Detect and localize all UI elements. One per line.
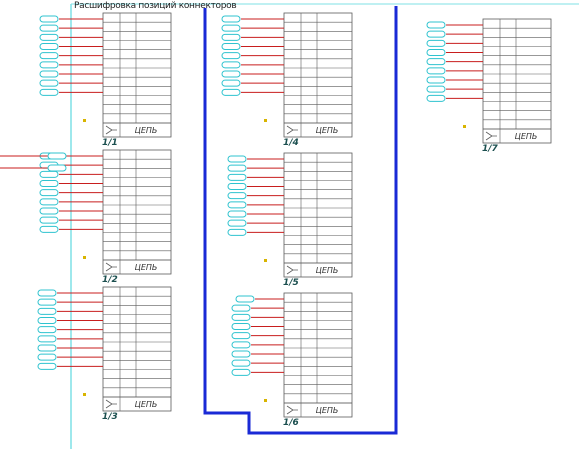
pin-connector (221, 33, 241, 41)
pin-connector (221, 79, 241, 87)
marker-dot (264, 399, 267, 402)
port-footer-label: ЦЕПЬ (135, 263, 158, 272)
marker-dot (83, 256, 86, 259)
wiring-diagram: ЦЕПЬ 1/1 ЦЕПЬ 1/2 ЦЕПЬ 1/3 ЦЕПЬ 1/4 ЦЕПЬ 1/5 ЦЕПЬ 1… (0, 3, 579, 449)
pin-connector (37, 307, 57, 315)
pin-connector (39, 88, 59, 96)
diagram-title: Расшифровка позиций коннекторов (74, 1, 237, 11)
port-footer-label: ЦЕПЬ (316, 406, 339, 415)
port-footer-label: ЦЕПЬ (135, 126, 158, 135)
pin-connector (235, 295, 255, 303)
pin-connector (37, 362, 57, 370)
pin-connector (39, 225, 59, 233)
pin-connector (227, 155, 247, 163)
pin-connector (231, 368, 251, 376)
pin-connector (37, 289, 57, 297)
pin-connector (426, 67, 446, 75)
port-label: 1/6 (283, 418, 299, 428)
port-footer-label: ЦЕПЬ (316, 126, 339, 135)
marker-dot (264, 119, 267, 122)
pin-connector (231, 313, 251, 321)
pin-connector (227, 164, 247, 172)
pin-connector (426, 58, 446, 66)
pin-connector (426, 76, 446, 84)
pin-connector (37, 335, 57, 343)
pin-connector (37, 344, 57, 352)
port-label: 1/1 (102, 138, 118, 148)
pin-connector (227, 228, 247, 236)
marker-dot (83, 119, 86, 122)
pin-connector (231, 304, 251, 312)
pin-connector (47, 152, 67, 160)
port-footer-label: ЦЕПЬ (515, 132, 538, 141)
pin-connector (37, 298, 57, 306)
pin-connector (426, 39, 446, 47)
pin-connector (39, 180, 59, 187)
pin-connector (221, 43, 241, 50)
pin-connector (426, 85, 446, 93)
pin-connector (227, 192, 247, 200)
pin-connector (231, 323, 251, 330)
pin-connector (37, 353, 57, 361)
pin-connector (227, 201, 247, 209)
pin-connector (39, 61, 59, 69)
port-label: 1/5 (283, 278, 299, 288)
pin-connector (39, 79, 59, 87)
pin-connector (39, 15, 59, 23)
pin-connector (37, 317, 57, 324)
pin-connector (227, 173, 247, 181)
pin-connector (39, 198, 59, 206)
pin-connector (221, 15, 241, 23)
port-footer-label: ЦЕПЬ (135, 400, 158, 409)
pin-connector (39, 207, 59, 215)
port-footer-label: ЦЕПЬ (316, 266, 339, 275)
pin-connector (227, 183, 247, 190)
pin-connector (221, 88, 241, 96)
port-label: 1/7 (482, 144, 499, 154)
pin-connector (39, 24, 59, 32)
pin-connector (231, 332, 251, 340)
pin-connector (426, 30, 446, 38)
pin-connector (426, 94, 446, 102)
port-label: 1/3 (102, 412, 118, 422)
pin-connector (39, 216, 59, 224)
pin-connector (231, 341, 251, 349)
pin-connector (39, 33, 59, 41)
diagram-canvas: ЦЕПЬ 1/1 ЦЕПЬ 1/2 ЦЕПЬ 1/3 ЦЕПЬ 1/4 ЦЕПЬ 1/5 ЦЕПЬ 1… (0, 0, 579, 449)
pin-connector (39, 170, 59, 178)
pin-connector (37, 326, 57, 334)
port-label: 1/4 (283, 138, 299, 148)
marker-dot (264, 259, 267, 262)
pin-connector (221, 70, 241, 78)
pin-connector (231, 350, 251, 358)
pin-connector (221, 24, 241, 32)
pin-connector (221, 52, 241, 60)
pin-connector (426, 49, 446, 56)
pin-connector (231, 359, 251, 367)
pin-connector (39, 52, 59, 60)
pin-connector (47, 164, 67, 172)
pin-connector (227, 210, 247, 218)
pin-connector (221, 61, 241, 69)
marker-dot (83, 393, 86, 396)
port-label: 1/2 (102, 275, 118, 285)
pin-connector (39, 70, 59, 78)
pin-connector (227, 219, 247, 227)
marker-dot (463, 125, 466, 128)
pin-connector (426, 21, 446, 29)
pin-connector (39, 43, 59, 50)
pin-connector (39, 189, 59, 197)
